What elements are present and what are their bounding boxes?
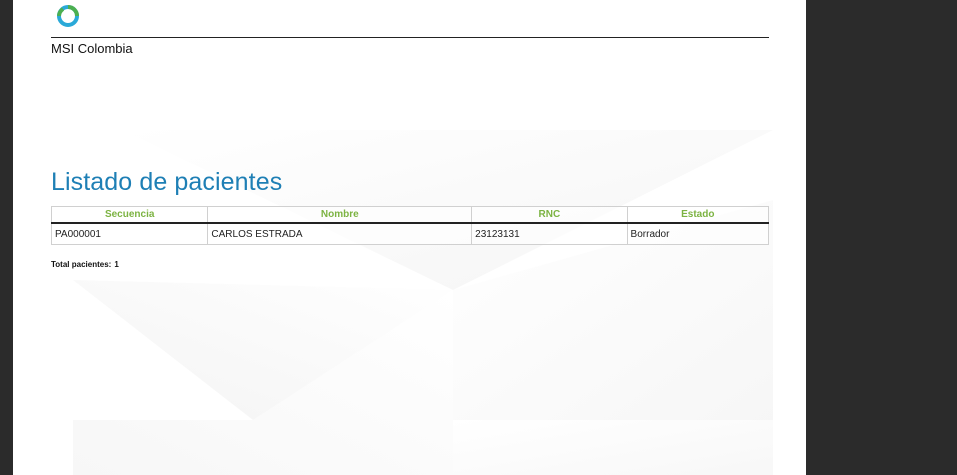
company-name: MSI Colombia: [51, 41, 133, 56]
patients-table: Secuencia Nombre RNC Estado PA000001 CAR…: [50, 206, 770, 245]
total-summary: Total pacientes: 1: [51, 260, 119, 269]
cell-secuencia: PA000001: [50, 222, 209, 245]
header-divider: [51, 37, 769, 38]
cell-nombre: CARLOS ESTRADA: [207, 222, 473, 245]
table-row: PA000001 CARLOS ESTRADA 23123131 Borrado…: [50, 222, 770, 245]
company-logo-icon: [57, 5, 79, 27]
column-header-nombre: Nombre: [207, 206, 473, 224]
pdf-viewer: MSI Colombia Listado de pacientes Secuen…: [0, 0, 957, 475]
cell-estado: Borrador: [626, 222, 770, 245]
total-label: Total pacientes:: [51, 260, 112, 269]
column-header-rnc: RNC: [471, 206, 628, 224]
cell-rnc: 23123131: [471, 222, 628, 245]
column-header-estado: Estado: [626, 206, 770, 224]
table-header-row: Secuencia Nombre RNC Estado: [50, 206, 770, 224]
column-header-secuencia: Secuencia: [50, 206, 209, 224]
report-title: Listado de pacientes: [51, 168, 283, 196]
report-page: MSI Colombia Listado de pacientes Secuen…: [13, 0, 806, 475]
total-count: 1: [114, 260, 119, 269]
